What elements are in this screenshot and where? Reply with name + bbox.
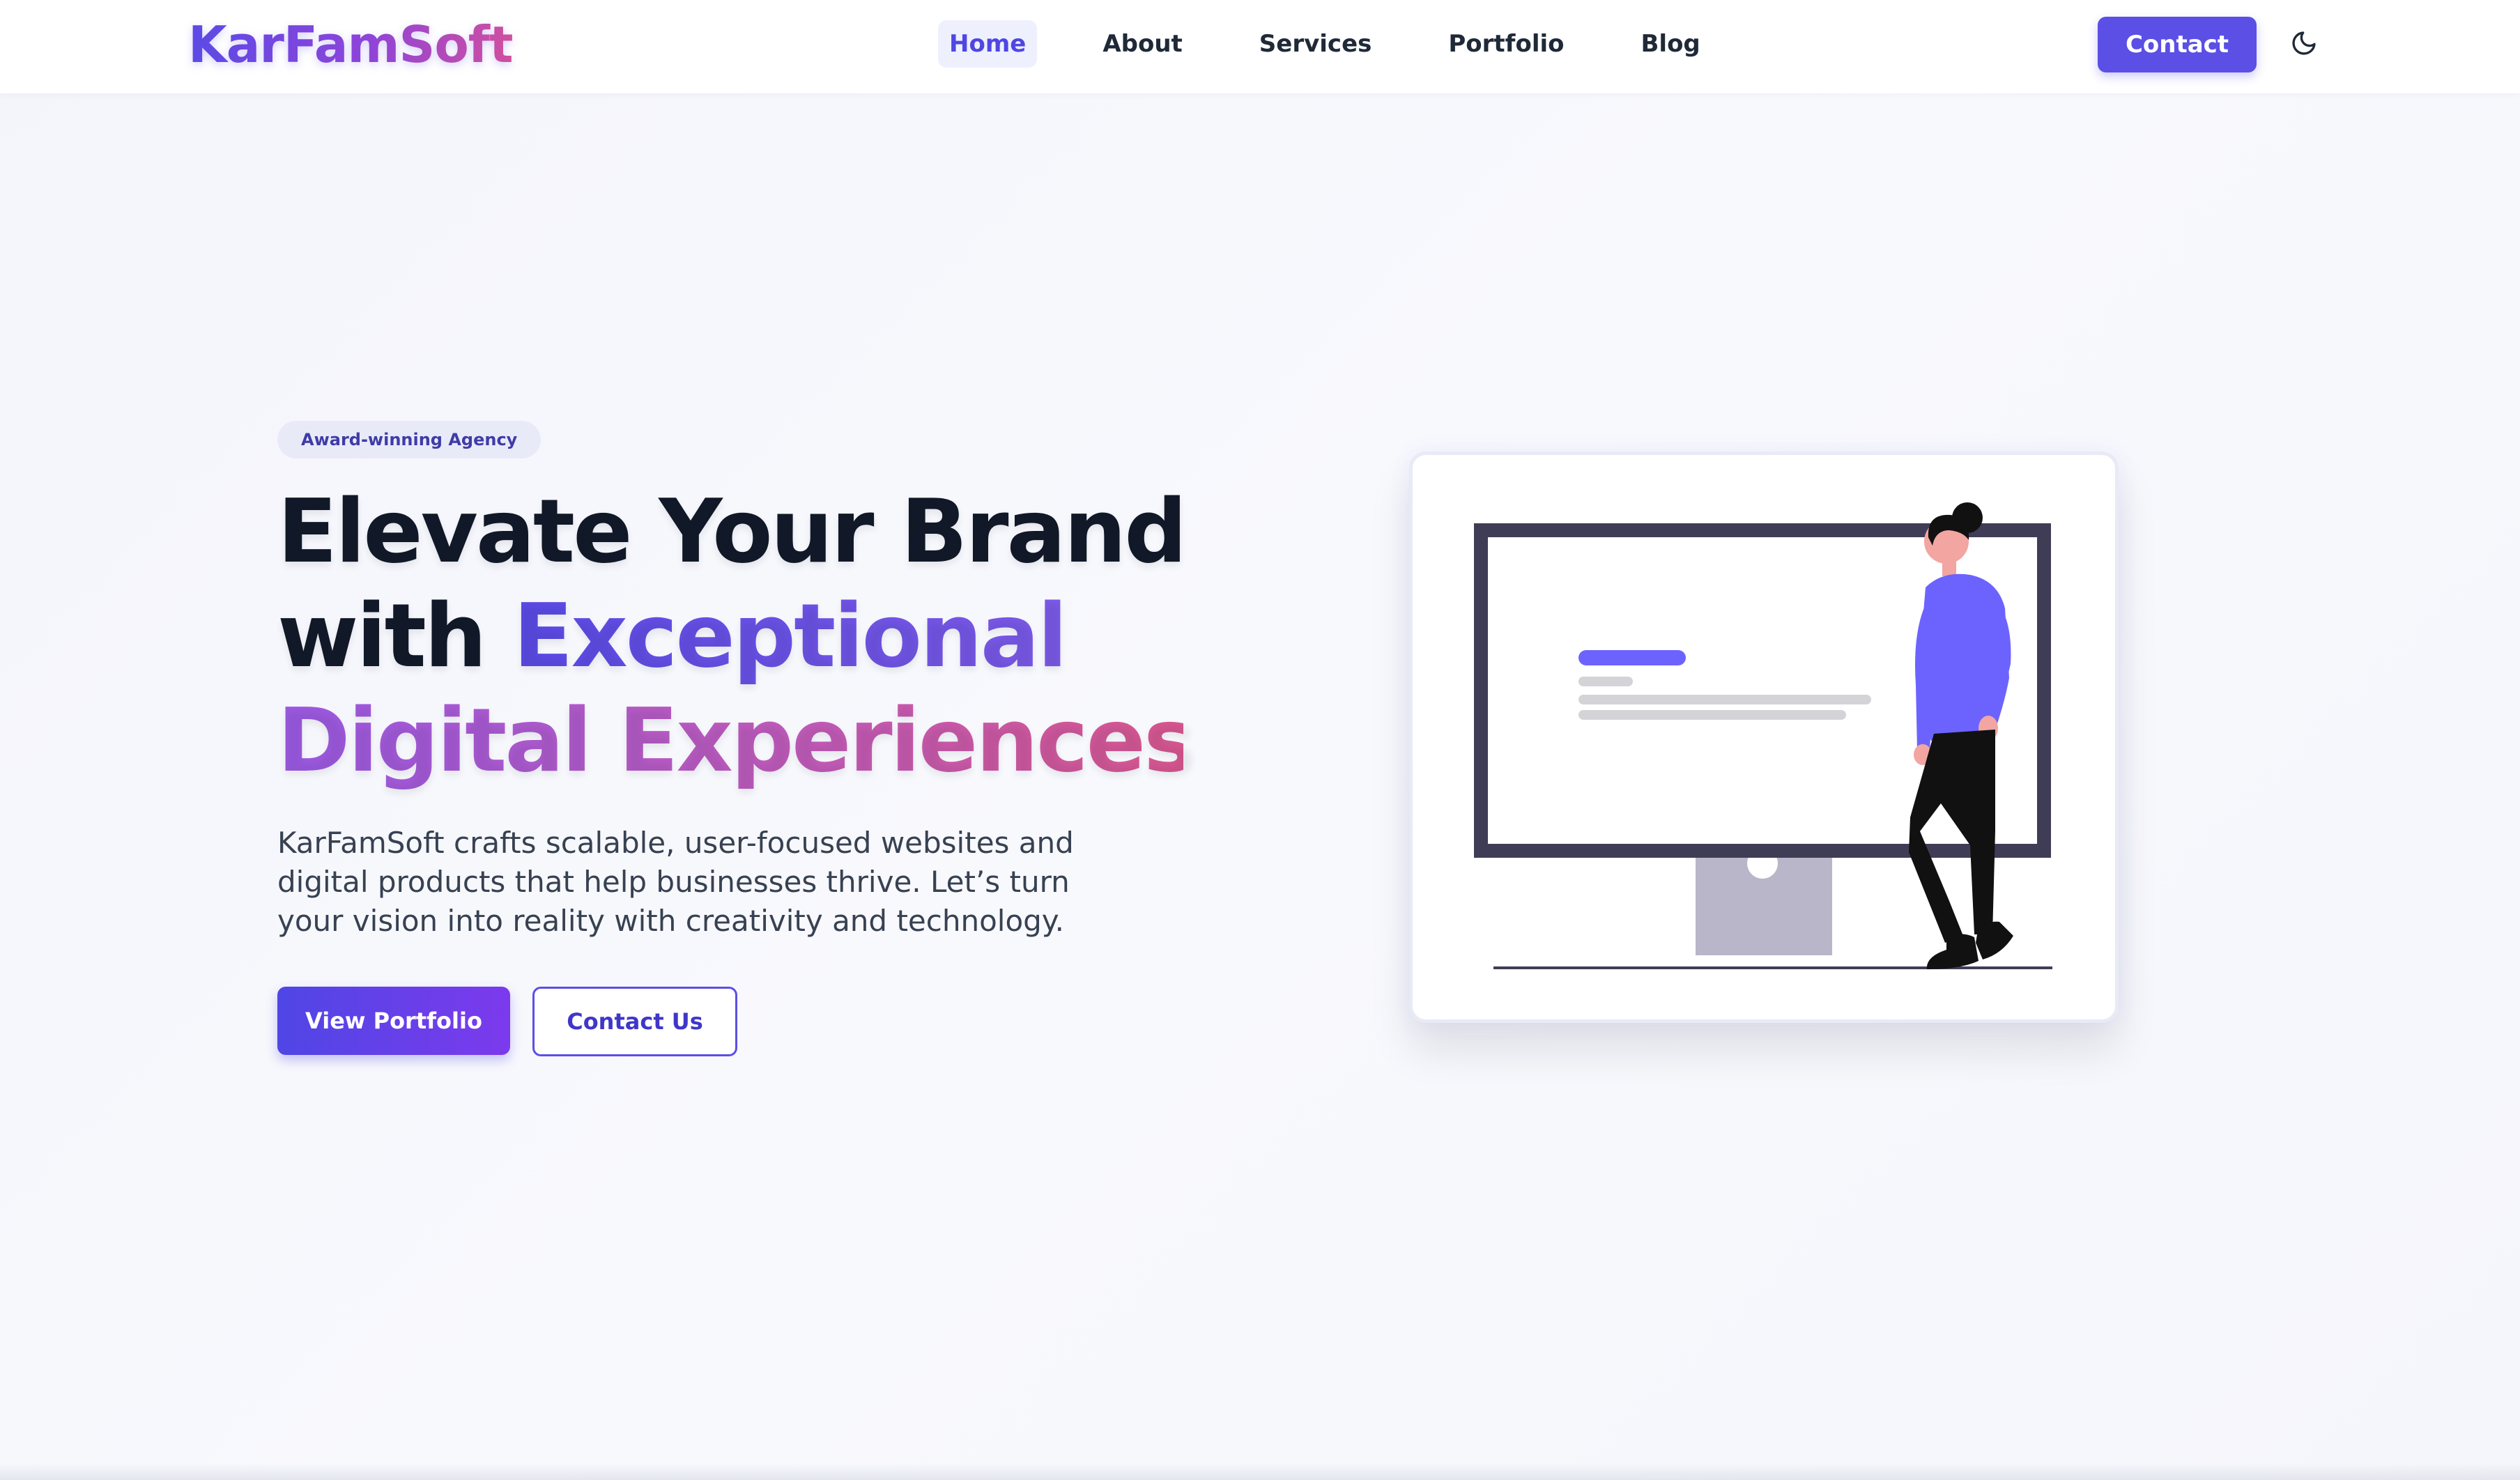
brand-logo[interactable]: KarFamSoft xyxy=(188,15,514,74)
hero-description: KarFamSoft crafts scalable, user-focused… xyxy=(277,826,1074,938)
navbar: KarFamSoft Home About Services Portfolio… xyxy=(0,0,2520,93)
contact-us-button[interactable]: Contact Us xyxy=(532,987,737,1056)
screen-text-line-3 xyxy=(1578,710,1846,720)
moon-icon xyxy=(2292,31,2316,55)
headline-line-1: Elevate Your Brand xyxy=(277,480,1187,583)
headline-line-2: with Exceptional xyxy=(277,584,1183,688)
view-portfolio-button[interactable]: View Portfolio xyxy=(277,987,510,1055)
screen-text-line-2 xyxy=(1578,695,1871,704)
headline-exceptional-text: Exceptional xyxy=(513,585,1068,687)
hero-headline: Elevate Your Brand with Exceptional Digi… xyxy=(277,479,1196,793)
hero-illustration-card xyxy=(1409,452,2119,1023)
nav-item-services[interactable]: Services xyxy=(1248,20,1383,68)
headline-with-text: with xyxy=(277,585,514,687)
award-badge: Award-winning Agency xyxy=(277,421,541,458)
nav-item-home[interactable]: Home xyxy=(938,20,1038,68)
main-nav: Home About Services Portfolio Blog xyxy=(938,20,1712,68)
nav-item-portfolio[interactable]: Portfolio xyxy=(1437,20,1575,68)
screen-heading-bar xyxy=(1578,650,1686,665)
screen-text-line-1 xyxy=(1578,677,1633,686)
section-divider xyxy=(0,1463,2520,1480)
page: KarFamSoft Home About Services Portfolio… xyxy=(0,0,2520,1480)
contact-button[interactable]: Contact xyxy=(2098,17,2257,72)
person-with-monitor-illustration xyxy=(1474,502,2052,969)
headline-line-3: Digital Experiences xyxy=(277,689,1196,792)
nav-item-blog[interactable]: Blog xyxy=(1630,20,1712,68)
nav-item-about[interactable]: About xyxy=(1091,20,1193,68)
theme-toggle-button[interactable] xyxy=(2289,28,2319,59)
